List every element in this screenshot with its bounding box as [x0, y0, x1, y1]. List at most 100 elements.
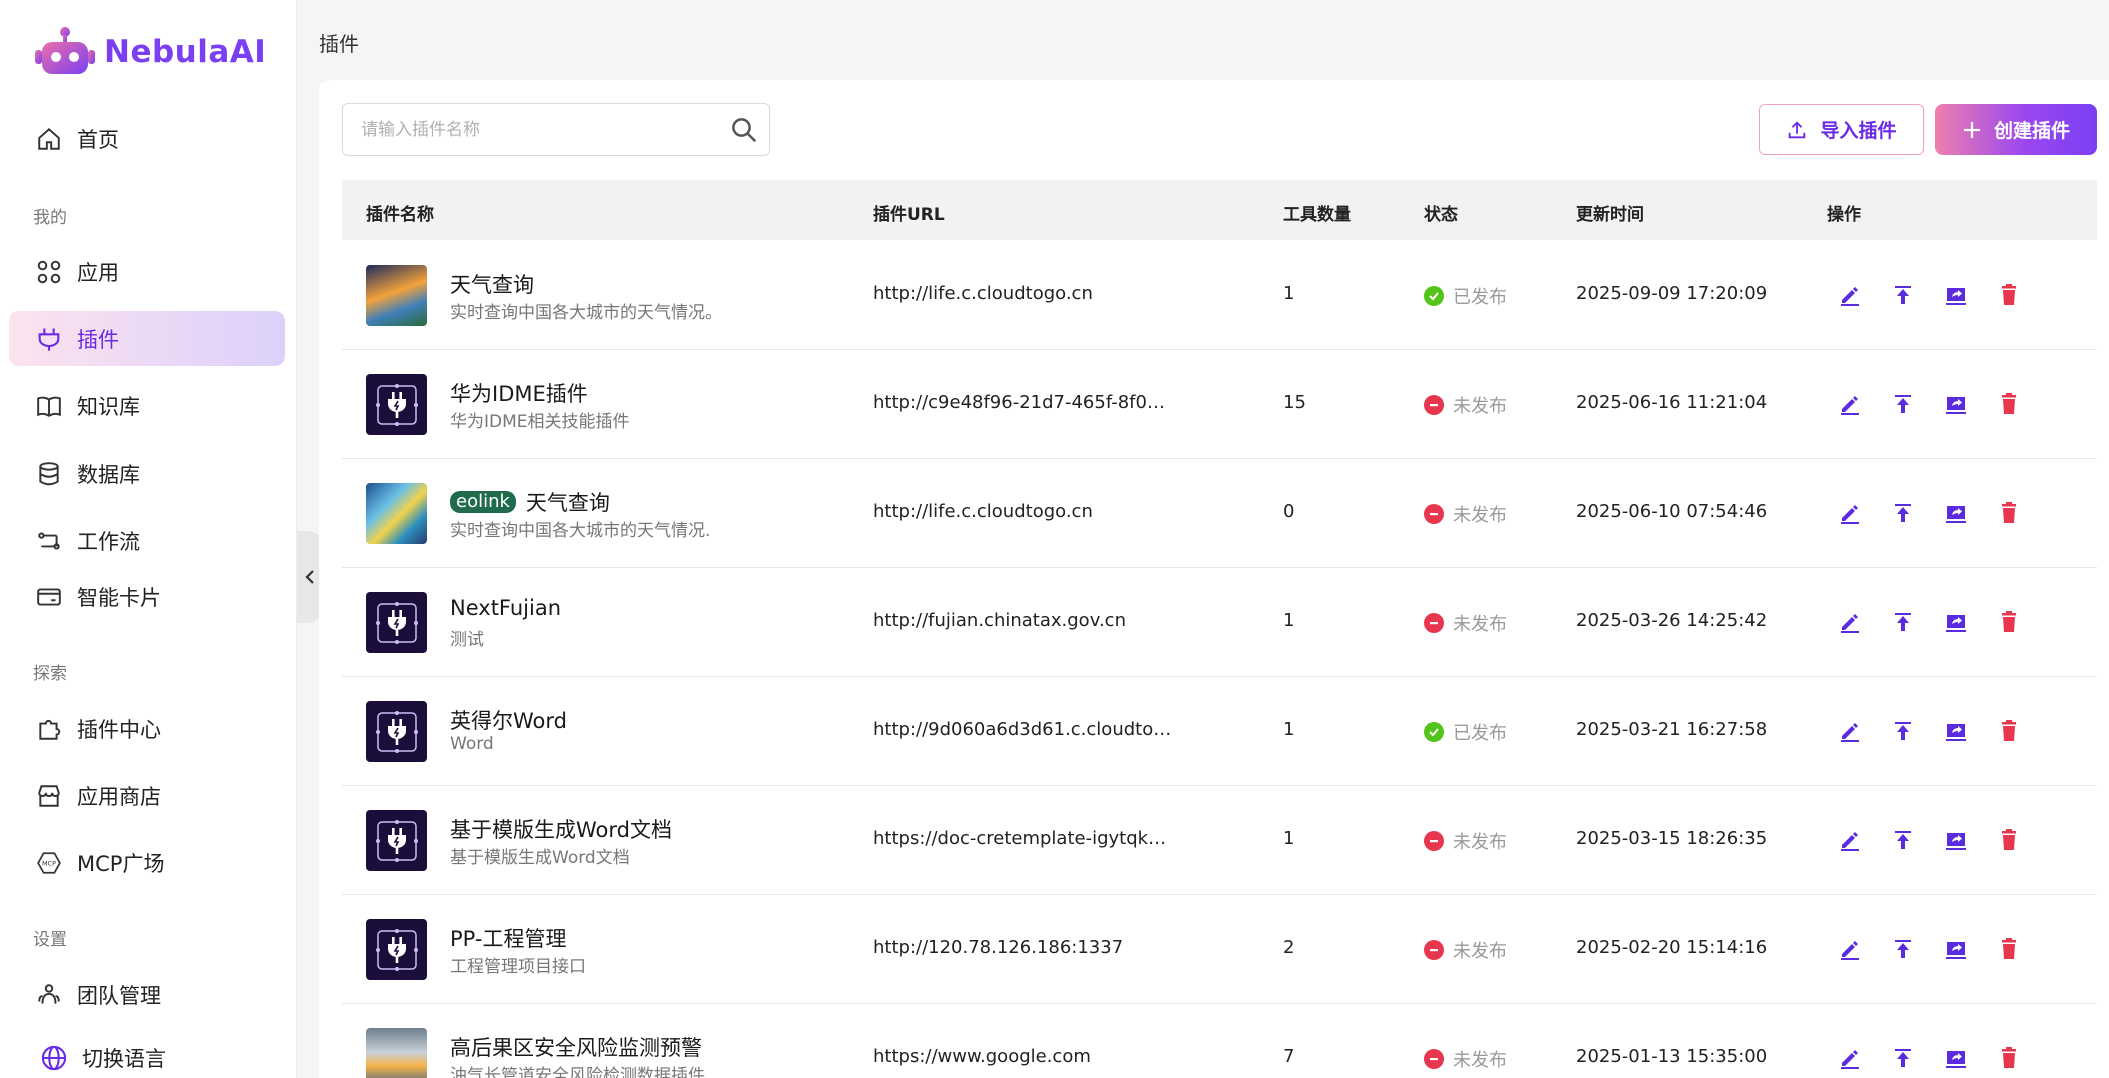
- import-plugin-button[interactable]: 导入插件: [1759, 104, 1924, 155]
- table-row[interactable]: PP-工程管理 工程管理项目接口 http://120.78.126.186:133…: [342, 895, 2097, 1004]
- delete-icon[interactable]: [1995, 826, 2023, 854]
- sidebar-item-workflow[interactable]: 工作流: [9, 513, 285, 568]
- sidebar-item-plugin-center[interactable]: 插件中心: [9, 701, 285, 756]
- publish-icon[interactable]: [1889, 1044, 1917, 1072]
- edit-icon[interactable]: [1836, 390, 1864, 418]
- logo[interactable]: NebulaAI: [34, 26, 266, 78]
- share-icon[interactable]: [1942, 826, 1970, 854]
- team-icon: [34, 980, 64, 1010]
- plugin-thumbnail: [366, 374, 427, 435]
- plugin-url: https://www.google.com: [873, 1046, 1091, 1067]
- plugin-name[interactable]: 华为IDME插件: [450, 378, 588, 408]
- share-icon[interactable]: [1942, 1044, 1970, 1072]
- status-badge: 未发布: [1424, 392, 1507, 418]
- delete-icon[interactable]: [1995, 1044, 2023, 1072]
- tool-count: 1: [1283, 719, 1295, 740]
- status-badge: 未发布: [1424, 937, 1507, 963]
- plugin-name[interactable]: PP-工程管理: [450, 923, 566, 953]
- header-tools: 工具数量: [1283, 205, 1351, 225]
- sidebar: NebulaAI 首页 我的 应用 插件 知识库 数据库 工作流 智能卡片 探索…: [0, 0, 297, 1078]
- table-row[interactable]: 高后果区安全风险监测预警 油气长管道安全风险检测数据插件 https://www.g…: [342, 1004, 2097, 1078]
- publish-icon[interactable]: [1889, 499, 1917, 527]
- share-icon[interactable]: [1942, 717, 1970, 745]
- sidebar-item-label: 智能卡片: [77, 585, 161, 610]
- plugin-description: 实时查询中国各大城市的天气情况。: [450, 303, 722, 323]
- published-check-icon: [1424, 722, 1444, 742]
- row-actions: [1836, 935, 2048, 963]
- delete-icon[interactable]: [1995, 935, 2023, 963]
- plugin-description: 华为IDME相关技能插件: [450, 412, 630, 432]
- table-row[interactable]: NextFujian 测试 http://fujian.chinatax.gov.c…: [342, 568, 2097, 677]
- sidebar-item-home[interactable]: 首页: [9, 111, 285, 166]
- sidebar-item-plugins[interactable]: 插件: [9, 311, 285, 366]
- header-actions: 操作: [1827, 205, 1861, 225]
- share-icon[interactable]: [1942, 499, 1970, 527]
- globe-icon: [39, 1043, 69, 1073]
- table-row[interactable]: 英得尔Word Word http://9d060a6d3d61.c.cloudto…: [342, 677, 2097, 786]
- sidebar-item-label: 知识库: [77, 394, 140, 419]
- share-icon[interactable]: [1942, 281, 1970, 309]
- publish-icon[interactable]: [1889, 608, 1917, 636]
- plugin-name-text: PP-工程管理: [450, 927, 567, 951]
- sidebar-item-label: 数据库: [77, 462, 140, 487]
- workflow-icon: [34, 526, 64, 556]
- edit-icon[interactable]: [1836, 826, 1864, 854]
- plugin-thumbnail: [366, 810, 427, 871]
- edit-icon[interactable]: [1836, 935, 1864, 963]
- plugin-name[interactable]: 英得尔Word: [450, 705, 567, 735]
- plugin-name[interactable]: NextFujian: [450, 596, 561, 620]
- home-icon: [34, 124, 64, 154]
- edit-icon[interactable]: [1836, 281, 1864, 309]
- publish-icon[interactable]: [1889, 935, 1917, 963]
- share-icon[interactable]: [1942, 390, 1970, 418]
- delete-icon[interactable]: [1995, 499, 2023, 527]
- edit-icon[interactable]: [1836, 608, 1864, 636]
- edit-icon[interactable]: [1836, 1044, 1864, 1072]
- sidebar-item-app-store[interactable]: 应用商店: [9, 768, 285, 823]
- plugin-name[interactable]: 天气查询: [450, 269, 534, 299]
- tool-count: 1: [1283, 283, 1295, 304]
- row-actions: [1836, 717, 2048, 745]
- delete-icon[interactable]: [1995, 390, 2023, 418]
- table-row[interactable]: 华为IDME插件华为IDME相关技能插件 http://c9e48f96-21d7…: [342, 350, 2097, 459]
- table-row[interactable]: 基于模版生成Word文档 基于模版生成Word文档 https://doc-cret…: [342, 786, 2097, 895]
- publish-icon[interactable]: [1889, 390, 1917, 418]
- share-icon[interactable]: [1942, 935, 1970, 963]
- delete-icon[interactable]: [1995, 717, 2023, 745]
- delete-icon[interactable]: [1995, 608, 2023, 636]
- row-actions: [1836, 1044, 2048, 1072]
- search-icon[interactable]: [729, 115, 759, 149]
- unpublished-minus-icon: [1424, 613, 1444, 633]
- plugin-name[interactable]: 高后果区安全风险监测预警: [450, 1032, 702, 1062]
- sidebar-item-database[interactable]: 数据库: [9, 446, 285, 501]
- plugin-name[interactable]: 基于模版生成Word文档: [450, 814, 672, 844]
- status-text: 未发布: [1453, 1050, 1507, 1071]
- edit-icon[interactable]: [1836, 717, 1864, 745]
- publish-icon[interactable]: [1889, 717, 1917, 745]
- status-text: 未发布: [1453, 941, 1507, 962]
- delete-icon[interactable]: [1995, 281, 2023, 309]
- updated-time: 2025-03-21 16:27:58: [1576, 719, 1768, 740]
- create-plugin-button[interactable]: 创建插件: [1935, 104, 2097, 155]
- table-row[interactable]: 天气查询 实时查询中国各大城市的天气情况。 http://life.c.cloudt…: [342, 241, 2097, 350]
- edit-icon[interactable]: [1836, 499, 1864, 527]
- search-input[interactable]: [361, 116, 701, 144]
- plugin-description: 实时查询中国各大城市的天气情况.: [450, 521, 711, 541]
- sidebar-item-mcp[interactable]: MCP MCP广场: [9, 835, 285, 890]
- status-text: 已发布: [1453, 287, 1507, 308]
- sidebar-item-apps[interactable]: 应用: [9, 244, 285, 299]
- publish-icon[interactable]: [1889, 826, 1917, 854]
- sidebar-item-label: 插件: [77, 327, 119, 352]
- publish-icon[interactable]: [1889, 281, 1917, 309]
- table-row[interactable]: eolink 天气查询 实时查询中国各大城市的天气情况. http://life.c.…: [342, 459, 2097, 568]
- sidebar-item-knowledge[interactable]: 知识库: [9, 378, 285, 433]
- plugin-name[interactable]: eolink 天气查询: [450, 487, 610, 517]
- search-box[interactable]: [342, 103, 770, 156]
- plugin-thumbnail: [366, 701, 427, 762]
- share-icon[interactable]: [1942, 608, 1970, 636]
- tool-count: 7: [1283, 1046, 1295, 1067]
- sidebar-item-language[interactable]: 切换语言: [9, 1030, 285, 1078]
- sidebar-item-smart-card[interactable]: 智能卡片: [9, 569, 285, 624]
- sidebar-item-team[interactable]: 团队管理: [9, 967, 285, 1022]
- plugin-url: http://c9e48f96-21d7-465f-8f01-1…: [873, 392, 1173, 413]
